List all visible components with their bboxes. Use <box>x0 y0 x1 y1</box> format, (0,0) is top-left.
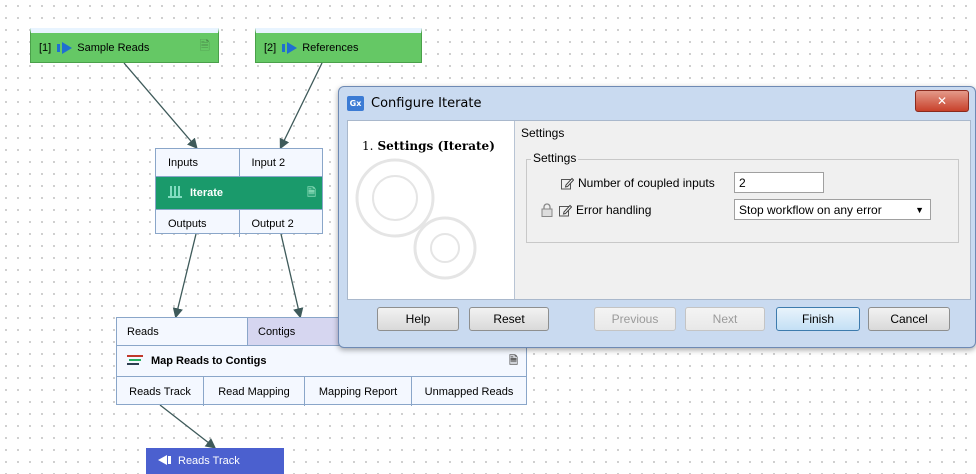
workflow-input-node-references[interactable]: [2] References <box>255 28 422 63</box>
step-number: 1. <box>362 139 374 153</box>
map-node-name: Map Reads to Contigs <box>151 355 267 367</box>
reset-button[interactable]: Reset <box>469 307 549 331</box>
pencil-icon[interactable] <box>559 204 572 217</box>
finish-button[interactable]: Finish <box>776 307 860 331</box>
dialog-titlebar[interactable]: Gx Configure Iterate <box>339 87 975 120</box>
input-node-index: [1] <box>39 41 52 54</box>
workflow-iterate-node[interactable]: Inputs Input 2 Iterate 🗎 Outputs Output … <box>155 148 323 237</box>
iterate-node-name: Iterate <box>190 187 224 199</box>
close-button[interactable]: ✕ <box>915 90 969 112</box>
error-handling-row: Error handling <box>541 203 651 217</box>
error-handling-select[interactable]: Stop workflow on any error ▼ <box>734 199 931 220</box>
pencil-icon[interactable] <box>561 177 574 190</box>
map-title-bar[interactable]: Map Reads to Contigs 🗎 <box>117 346 526 377</box>
input-node-name: References <box>302 41 359 54</box>
map-output-read-mapping[interactable]: Read Mapping <box>204 377 305 406</box>
workflow-output-node-reads-track[interactable]: Reads Track <box>146 448 284 474</box>
connector-line <box>279 62 323 150</box>
connector-line <box>280 233 304 319</box>
error-handling-label: Error handling <box>576 203 652 217</box>
chevron-down-icon: ▼ <box>915 204 924 215</box>
error-handling-value: Stop workflow on any error <box>739 202 882 217</box>
output-arrow-icon <box>158 454 172 468</box>
iterate-outputs-port[interactable]: Outputs <box>156 210 239 237</box>
map-output-reads-track[interactable]: Reads Track <box>117 377 204 406</box>
configure-iterate-dialog: Gx Configure Iterate ✕ 1. Settings (Itera… <box>338 86 976 348</box>
connector-line <box>123 62 198 149</box>
next-button[interactable]: Next <box>685 307 765 331</box>
settings-group-label: Settings <box>531 151 579 165</box>
iterate-title-bar[interactable]: Iterate 🗎 <box>156 177 322 209</box>
app-logo-icon: Gx <box>347 96 364 111</box>
help-button[interactable]: Help <box>377 307 459 331</box>
connector-line <box>159 404 217 449</box>
watermark-gear-icon <box>355 158 477 280</box>
input-node-name: Sample Reads <box>77 41 150 54</box>
connector-line <box>172 233 197 319</box>
document-icon: 🗎 <box>199 37 210 53</box>
wizard-steps-pane: 1. Settings (Iterate) <box>348 121 515 299</box>
lock-icon[interactable] <box>541 203 553 217</box>
iterate-output2-port[interactable]: Output 2 <box>238 210 323 237</box>
settings-group: Settings Number of coupled inputs 2 Erro… <box>526 151 959 243</box>
coupled-inputs-label: Number of coupled inputs <box>578 176 715 190</box>
iterate-inputs-port[interactable]: Inputs <box>156 149 239 176</box>
iterate-input2-port[interactable]: Input 2 <box>238 149 323 176</box>
output-node-name: Reads Track <box>178 455 240 467</box>
input-arrow-icon <box>282 41 298 54</box>
input-node-index: [2] <box>264 41 277 54</box>
iterate-icon <box>168 185 182 201</box>
input-arrow-icon <box>57 41 73 54</box>
map-output-unmapped-reads[interactable]: Unmapped Reads <box>412 377 526 406</box>
map-output-mapping-report[interactable]: Mapping Report <box>305 377 412 406</box>
workflow-input-node-sample-reads[interactable]: [1] Sample Reads 🗎 <box>30 28 219 63</box>
previous-button[interactable]: Previous <box>594 307 676 331</box>
wizard-step-settings[interactable]: 1. Settings (Iterate) <box>362 139 495 153</box>
cancel-button[interactable]: Cancel <box>868 307 950 331</box>
coupled-inputs-row: Number of coupled inputs <box>561 176 715 190</box>
step-name: Settings (Iterate) <box>377 139 495 153</box>
coupled-inputs-field[interactable]: 2 <box>734 172 824 193</box>
map-reads-port[interactable]: Reads <box>117 318 248 345</box>
document-icon: 🗎 <box>307 186 316 199</box>
map-reads-icon <box>127 354 145 369</box>
dialog-title: Configure Iterate <box>371 96 482 111</box>
settings-pane: Settings Settings Number of coupled inpu… <box>515 121 970 299</box>
settings-header: Settings <box>521 126 565 140</box>
document-icon: 🗎 <box>509 354 518 367</box>
